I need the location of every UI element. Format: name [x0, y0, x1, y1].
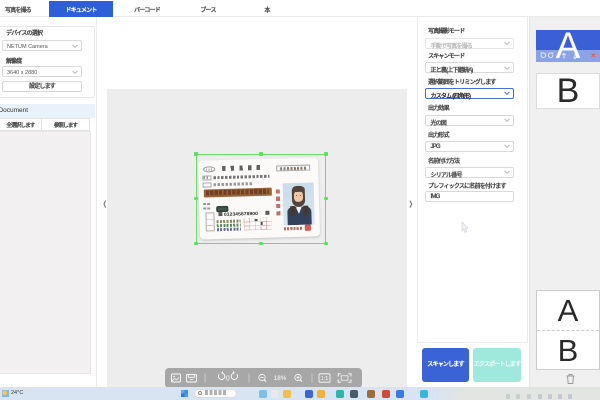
svg-text:18%: 18% [274, 375, 287, 382]
svg-text:1:1: 1:1 [321, 376, 329, 382]
svg-text:0: 0 [226, 375, 230, 382]
